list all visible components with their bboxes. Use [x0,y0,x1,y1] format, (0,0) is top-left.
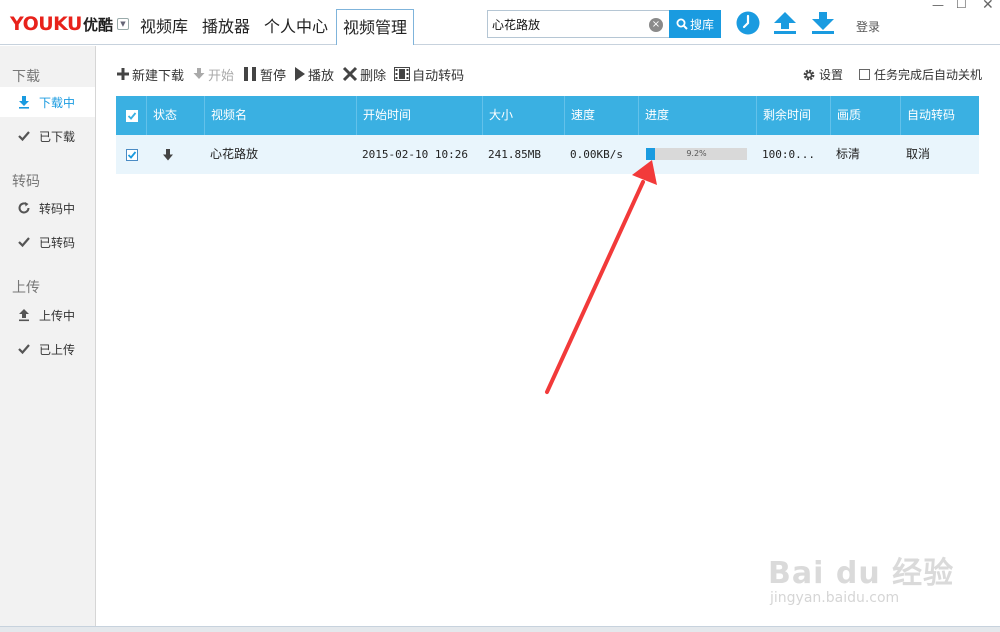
auto-shutdown-option[interactable]: 任务完成后自动关机 [859,66,982,83]
pause-icon [242,66,258,82]
start-label: 开始 [208,68,235,84]
column-speed[interactable]: 速度 [564,96,638,135]
column-status[interactable]: 状态 [146,96,204,135]
close-icon[interactable]: ✕ [982,0,994,13]
sidebar: 下载 下载中 已下载 转码 转码中 已转码 上传 上传中 已上传 [0,46,96,626]
clock-icon[interactable] [735,10,761,36]
tab-video-library[interactable]: 视频库 [134,9,194,44]
baidu-watermark-logo: Bai du 经验 [768,556,955,591]
row-video-name: 心花路放 [210,147,259,161]
pause-label: 暂停 [260,68,287,84]
progress-text: 9.2% [686,149,707,158]
main-nav: 视频库 播放器 个人中心 视频管理 [134,9,416,45]
top-bar: YOUKU 优酷 ▼ 视频库 播放器 个人中心 视频管理 × 搜库 登录 — ☐… [0,0,1000,45]
auto-transcode-label: 自动转码 [412,68,465,84]
play-label: 播放 [308,68,335,84]
row-progress-bar: 9.2% [646,148,747,160]
sidebar-section-download: 下载 [12,69,40,85]
gear-icon [802,68,816,82]
toolbar: 新建下载 开始 暂停 播放 删除 自动转码 [116,64,472,84]
row-start-time: 2015-02-10 10:26 [362,148,468,161]
youku-logo[interactable]: YOUKU 优酷 ▼ [10,12,129,36]
tab-player[interactable]: 播放器 [196,9,256,44]
search-button-label: 搜库 [689,17,714,32]
maximize-icon[interactable]: ☐ [956,0,967,11]
upload-icon[interactable] [772,10,798,36]
logo-text-en: YOUKU [10,13,82,35]
clear-icon[interactable]: × [649,18,663,32]
column-auto-transcode[interactable]: 自动转码 [900,96,979,135]
downloading-status-icon [163,148,173,160]
tab-personal-center[interactable]: 个人中心 [258,9,334,44]
logo-text-cn: 优酷 [82,15,113,34]
select-all-checkbox[interactable] [126,110,138,122]
auto-transcode-button[interactable]: 自动转码 [394,65,464,84]
tab-video-management[interactable]: 视频管理 [336,9,415,45]
upload-icon [16,307,32,323]
select-all-cell [116,96,146,135]
sidebar-item-transcoding[interactable]: 转码中 [0,193,95,223]
sidebar-section-transcode: 转码 [12,174,40,190]
sidebar-item-uploaded[interactable]: 已上传 [0,334,95,364]
delete-icon [342,66,358,82]
search-input[interactable] [492,13,642,35]
check-icon [16,234,32,250]
refresh-icon [16,200,32,216]
check-icon [16,128,32,144]
sidebar-item-label: 已上传 [39,342,76,357]
column-progress[interactable]: 进度 [638,96,756,135]
delete-label: 删除 [360,68,387,84]
sidebar-item-label: 转码中 [39,201,76,216]
settings-button[interactable]: 设置 [802,66,843,83]
search-icon [676,18,688,30]
row-speed: 0.00KB/s [570,148,623,161]
download-icon [192,67,206,81]
table-header: 状态 视频名 开始时间 大小 速度 进度 剩余时间 画质 自动转码 [116,96,979,135]
sidebar-section-upload: 上传 [12,280,40,296]
search-button[interactable]: 搜库 [669,10,721,38]
sidebar-item-label: 下载中 [39,95,76,110]
minimize-icon[interactable]: — [932,0,944,12]
login-link[interactable]: 登录 [856,18,880,35]
new-download-button[interactable]: 新建下载 [116,65,184,84]
row-auto-transcode-cancel[interactable]: 取消 [900,135,979,174]
row-size: 241.85MB [488,148,541,161]
start-button[interactable]: 开始 [192,65,234,84]
column-size[interactable]: 大小 [482,96,564,135]
delete-button[interactable]: 删除 [342,65,386,84]
row-checkbox[interactable] [126,149,138,161]
row-status-cell [156,135,196,174]
pause-button[interactable]: 暂停 [242,65,286,84]
column-video-name[interactable]: 视频名 [204,96,356,135]
sidebar-item-downloading[interactable]: 下载中 [0,87,95,117]
new-download-label: 新建下载 [132,68,185,84]
settings-label: 设置 [819,68,844,82]
sidebar-item-label: 上传中 [39,308,76,323]
check-icon [16,341,32,357]
plus-icon [116,67,130,81]
row-remaining-time: 100:0... [762,148,815,161]
search-box: × 搜库 [487,10,721,38]
annotation-arrow [545,160,657,394]
sidebar-item-transcoded[interactable]: 已转码 [0,227,95,257]
table-row[interactable]: 心花路放 2015-02-10 10:26 241.85MB 0.00KB/s … [116,135,979,174]
logo-dropdown-icon[interactable]: ▼ [117,18,129,30]
auto-shutdown-checkbox[interactable] [859,69,870,80]
auto-shutdown-label: 任务完成后自动关机 [874,68,983,82]
row-quality: 标清 [836,147,861,161]
download-icon[interactable] [810,10,836,36]
sidebar-item-label: 已转码 [39,235,76,250]
column-remaining-time[interactable]: 剩余时间 [756,96,830,135]
film-icon [394,67,411,81]
play-icon [294,66,306,82]
sidebar-item-uploading[interactable]: 上传中 [0,300,95,330]
column-start-time[interactable]: 开始时间 [356,96,482,135]
column-quality[interactable]: 画质 [830,96,900,135]
play-button[interactable]: 播放 [294,65,334,84]
sidebar-item-downloaded[interactable]: 已下载 [0,121,95,151]
baidu-watermark-url: jingyan.baidu.com [770,590,900,606]
sidebar-item-label: 已下载 [39,129,76,144]
status-bar [0,626,1000,632]
download-icon [16,94,32,110]
